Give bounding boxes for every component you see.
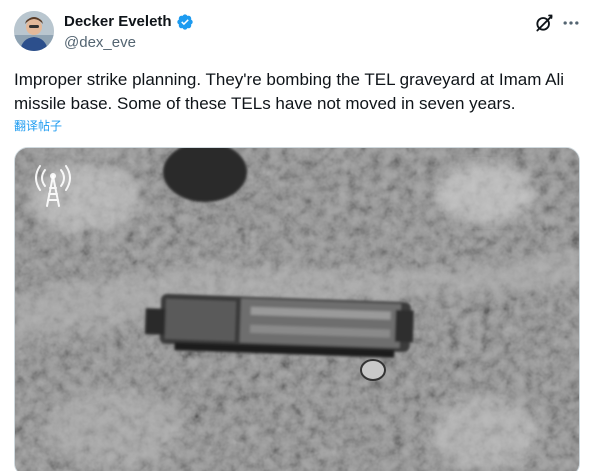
author-handle[interactable]: @dex_eve <box>64 33 136 53</box>
author-avatar[interactable] <box>14 11 54 51</box>
aerial-tel-image <box>15 148 579 471</box>
more-options-button[interactable] <box>559 12 583 34</box>
more-dots-icon <box>563 21 579 25</box>
antenna-tower-icon <box>35 165 71 207</box>
user-avatar-icon <box>14 11 54 51</box>
author-name-row: Decker Eveleth <box>64 12 194 32</box>
translate-post-link[interactable]: 翻译帖子 <box>14 118 62 134</box>
grok-button[interactable] <box>533 12 555 34</box>
author-display-name[interactable]: Decker Eveleth <box>64 12 172 32</box>
tweet-text: Improper strike planning. They're bombin… <box>14 70 565 113</box>
tweet-media-image[interactable] <box>14 147 580 471</box>
tweet-card[interactable]: Decker Eveleth @dex_eve Improper strike … <box>0 0 596 471</box>
grok-icon <box>536 14 553 32</box>
verified-badge-icon <box>176 13 194 31</box>
